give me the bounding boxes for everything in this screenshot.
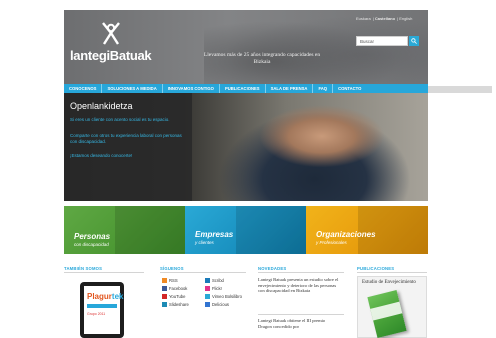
nav-item-contacto[interactable]: CONTACTO xyxy=(333,84,366,93)
section-title-pubs: PUBLICACIONES xyxy=(357,266,395,271)
hero-paragraph-2: Comparte con otros tu experiencia labora… xyxy=(70,133,182,144)
social-scribd[interactable]: Scribd xyxy=(205,278,224,284)
delicious-icon xyxy=(205,302,210,308)
slideshare-icon xyxy=(162,302,167,308)
social-slideshare[interactable]: Slideshare xyxy=(162,302,189,308)
divider xyxy=(258,314,344,315)
tile-personas-sub: con discapacidad xyxy=(74,242,109,247)
news-item[interactable]: Lantegi Batuak presenta un estudio sobre… xyxy=(258,277,340,294)
nav-item-soluciones[interactable]: SOLUCIONES A MEDIDA xyxy=(102,84,163,93)
language-switcher: Euskara | Castellano | English xyxy=(356,16,413,21)
lang-castellano[interactable]: Castellano xyxy=(375,16,395,21)
social-facebook[interactable]: Facebook xyxy=(162,286,187,292)
social-flickr[interactable]: Flickr xyxy=(205,286,222,292)
tile-personas-label: Personas xyxy=(74,232,111,241)
divider xyxy=(258,272,344,273)
flickr-icon xyxy=(205,286,210,292)
page: lantegiBatuak Llevamos más de 25 años in… xyxy=(0,0,496,338)
section-title-follow: SÍGUENOS xyxy=(160,266,184,271)
vimeo-icon xyxy=(205,294,210,300)
hero-paragraph-1: Si eres un cliente con acento social es … xyxy=(70,117,170,122)
scribd-icon xyxy=(205,278,210,284)
search-button[interactable] xyxy=(409,36,419,46)
tile-empresas-sub: y clientes xyxy=(195,240,214,245)
hero-photo xyxy=(192,93,428,201)
hero-banner[interactable]: Openlankidetza Si eres un cliente con ac… xyxy=(64,93,428,201)
search-icon xyxy=(411,38,417,44)
social-delicious[interactable]: Delicious xyxy=(205,302,229,308)
tile-photo xyxy=(115,206,185,254)
divider xyxy=(64,272,144,273)
tile-personas[interactable]: Personas con discapacidad xyxy=(64,206,185,254)
tile-empresas[interactable]: Empresas y clientes xyxy=(185,206,306,254)
publication-cover xyxy=(367,289,407,338)
divider xyxy=(357,272,427,273)
main-nav: CONOCENOS SOLUCIONES A MEDIDA INNOVAMOS … xyxy=(64,84,428,93)
header-tagline: Llevamos más de 25 años integrando capac… xyxy=(203,52,321,65)
section-title-also: TAMBIÉN SOMOS xyxy=(64,266,103,271)
tile-organizaciones-sub: y Profesionales xyxy=(316,240,347,245)
tile-empresas-label: Empresas xyxy=(195,230,234,239)
nav-item-conocenos[interactable]: CONOCENOS xyxy=(64,84,103,93)
section-title-news: NOVEDADES xyxy=(258,266,287,271)
cover-band xyxy=(370,301,403,321)
rss-icon xyxy=(162,278,167,284)
divider xyxy=(160,272,246,273)
lang-english[interactable]: English xyxy=(399,16,412,21)
youtube-icon xyxy=(162,294,167,300)
search-input[interactable]: Buscar xyxy=(356,36,408,46)
logo-text: lantegiBatuak xyxy=(70,48,152,63)
logo[interactable]: lantegiBatuak xyxy=(70,18,154,74)
hero-paragraph-3: ¡Estamos deseando conocerte! xyxy=(70,153,133,158)
site-header: lantegiBatuak Llevamos más de 25 años in… xyxy=(64,10,428,84)
nav-tail xyxy=(428,86,492,93)
hero-text-panel: Openlankidetza Si eres un cliente con ac… xyxy=(64,93,192,201)
header-photo xyxy=(204,10,428,84)
nav-item-sala-prensa[interactable]: SALA DE PRENSA xyxy=(266,84,314,93)
publication-title: Estudio de Envejecimiento xyxy=(362,280,416,285)
nav-item-faq[interactable]: FAQ xyxy=(313,84,334,93)
news-item[interactable]: Lantegi Batuak obtiene el III premio Dra… xyxy=(258,318,340,329)
facebook-icon xyxy=(162,286,167,292)
hero-title: Openlankidetza xyxy=(70,101,133,111)
logo-mark-icon xyxy=(102,22,120,45)
tile-photo xyxy=(236,206,306,254)
social-vimeo[interactable]: Vimeo Bolsilibro xyxy=(205,294,242,300)
social-rss[interactable]: RSS xyxy=(162,278,178,284)
publication-card[interactable]: Estudio de Envejecimiento xyxy=(357,276,427,338)
tile-organizaciones-label: Organizaciones xyxy=(316,230,376,239)
plagurtek-tablet[interactable]: Plagurtek Grupo 2011 xyxy=(80,282,124,338)
lang-euskara[interactable]: Euskara xyxy=(356,16,371,21)
tablet-screen: Plagurtek Grupo 2011 xyxy=(84,286,124,334)
nav-item-publicaciones[interactable]: PUBLICACIONES xyxy=(220,84,266,93)
nav-item-innovamos[interactable]: INNOVAMOS CONTIGO xyxy=(163,84,220,93)
tile-organizaciones[interactable]: Organizaciones y Profesionales xyxy=(306,206,428,254)
tablet-text: Grupo 2011 xyxy=(87,312,106,316)
tablet-brand: Plagurtek xyxy=(87,292,124,301)
tablet-bar xyxy=(87,304,117,308)
social-youtube[interactable]: YouTube xyxy=(162,294,185,300)
